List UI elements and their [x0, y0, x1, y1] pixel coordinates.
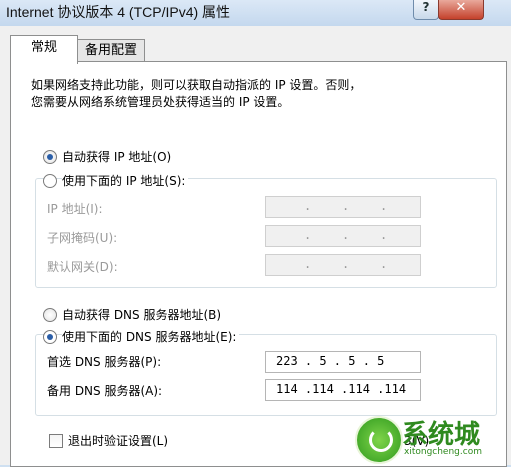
validate-on-exit-label[interactable]: 退出时验证设置(L) — [68, 432, 168, 449]
manual-dns-radio[interactable] — [43, 330, 57, 344]
help-icon: ? — [422, 0, 430, 14]
ip-address-label: IP 地址(I): — [47, 202, 103, 216]
close-button[interactable]: ✕ — [438, 0, 484, 20]
title-bar: Internet 协议版本 4 (TCP/IPv4) 属性 ? ✕ — [0, 0, 511, 26]
preferred-dns-label: 首选 DNS 服务器(P): — [47, 355, 162, 369]
manual-dns-label[interactable]: 使用下面的 DNS 服务器地址(E): — [62, 328, 240, 345]
auto-dns-label[interactable]: 自动获得 DNS 服务器地址(B) — [62, 306, 221, 323]
auto-dns-radio[interactable] — [43, 308, 57, 322]
watermark-logo-icon — [355, 416, 403, 464]
intro-line-1: 如果网络支持此功能，则可以获取自动指派的 IP 设置。否则， — [31, 78, 362, 92]
watermark-text: 系统城 — [402, 420, 481, 450]
subnet-mask-label: 子网掩码(U): — [47, 231, 118, 245]
alternate-dns-input[interactable]: 114 .114 .114 .114 — [265, 379, 421, 401]
subnet-mask-input[interactable]: ... — [265, 225, 421, 247]
window-title: Internet 协议版本 4 (TCP/IPv4) 属性 — [6, 4, 231, 20]
manual-dns-group — [35, 334, 497, 416]
intro-line-2: 您需要从网络系统管理员处获得适当的 IP 设置。 — [31, 95, 290, 109]
preferred-dns-input[interactable]: 223 . 5 . 5 . 5 — [265, 351, 421, 373]
validate-on-exit-checkbox[interactable] — [49, 434, 63, 448]
close-icon: ✕ — [455, 0, 467, 15]
manual-ip-radio[interactable] — [43, 174, 57, 188]
tab-panel: 如果网络支持此功能，则可以获取自动指派的 IP 设置。否则， 您需要从网络系统管… — [10, 61, 507, 467]
tab-alternate-config[interactable]: 备用配置 — [77, 39, 145, 62]
default-gateway-input[interactable]: ... — [265, 254, 421, 276]
watermark-url: xitongcheng.com — [404, 447, 482, 457]
auto-ip-radio[interactable] — [43, 150, 57, 164]
default-gateway-label: 默认网关(D): — [47, 260, 118, 274]
help-button[interactable]: ? — [413, 0, 439, 20]
auto-ip-label[interactable]: 自动获得 IP 地址(O) — [62, 148, 171, 165]
ip-address-input[interactable]: ... — [265, 196, 421, 218]
alternate-dns-label: 备用 DNS 服务器(A): — [47, 384, 163, 398]
manual-ip-label[interactable]: 使用下面的 IP 地址(S): — [62, 172, 189, 189]
tab-general[interactable]: 常规 — [10, 35, 78, 64]
